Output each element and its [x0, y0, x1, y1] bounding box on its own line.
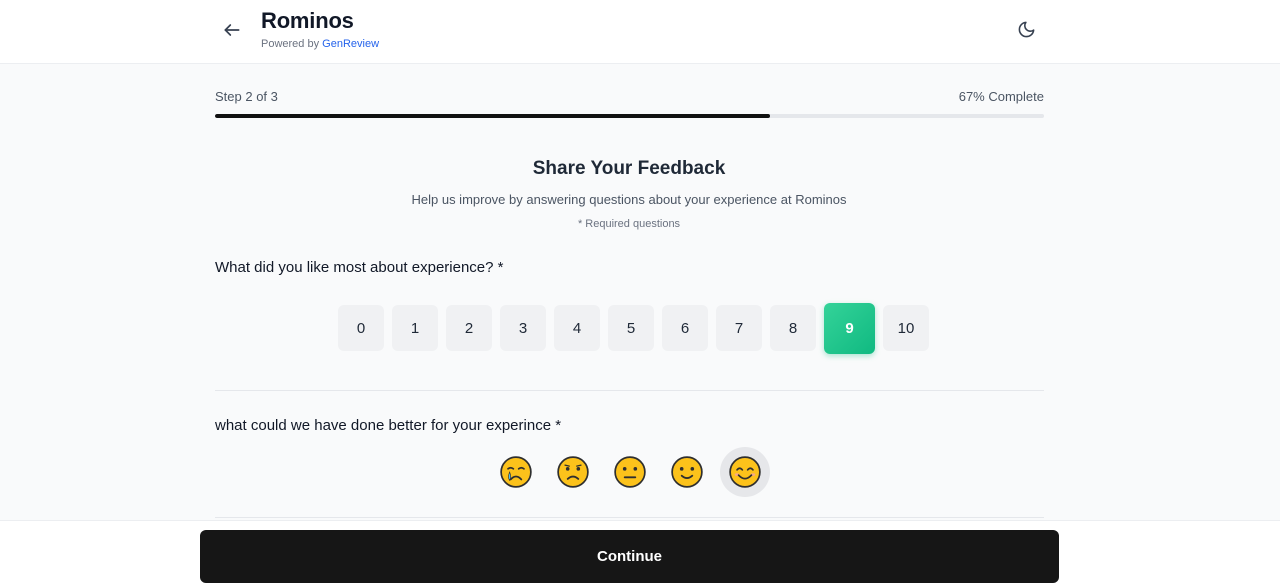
slightly-smiling-face-icon — [670, 455, 704, 489]
footer: Continue — [0, 520, 1280, 585]
rating-option-6[interactable]: 6 — [662, 305, 708, 351]
complete-label: 67% Complete — [958, 89, 1044, 104]
emoji-option-4[interactable] — [663, 449, 710, 496]
emoji-option-2[interactable] — [549, 449, 596, 496]
progress-bar-fill — [215, 114, 771, 118]
rating-option-0[interactable]: 0 — [338, 305, 384, 351]
question-1-label: What did you like most about experience?… — [215, 259, 504, 276]
crying-face-icon — [499, 455, 533, 489]
page-title: Rominos — [261, 8, 354, 33]
neutral-face-icon — [613, 455, 647, 489]
rating-option-9[interactable]: 9 — [824, 303, 875, 354]
rating-scale: 0 1 2 3 4 5 6 7 8 9 10 — [338, 303, 929, 354]
rating-option-5[interactable]: 5 — [608, 305, 654, 351]
progress-info: Step 2 of 3 67% Complete — [215, 89, 1044, 104]
frowning-face-icon — [556, 455, 590, 489]
rating-option-1[interactable]: 1 — [392, 305, 438, 351]
moon-icon — [1018, 21, 1034, 37]
form-subtitle: Help us improve by answering questions a… — [411, 192, 847, 207]
required-note: * Required questions — [577, 218, 681, 230]
continue-button[interactable]: Continue — [200, 530, 1059, 583]
emoji-option-5[interactable] — [720, 447, 770, 497]
rating-option-7[interactable]: 7 — [716, 305, 762, 351]
smiling-face-icon — [728, 455, 762, 489]
brand: Rominos Powered by GenReview — [261, 9, 379, 51]
rating-option-8[interactable]: 8 — [770, 305, 816, 351]
theme-toggle-button[interactable] — [1012, 15, 1040, 43]
arrow-left-icon — [224, 24, 240, 36]
emoji-option-1[interactable] — [492, 449, 539, 496]
emoji-rating — [492, 447, 770, 497]
rating-option-10[interactable]: 10 — [883, 305, 929, 351]
divider — [215, 517, 1044, 518]
rating-option-3[interactable]: 3 — [500, 305, 546, 351]
powered-by-label: Powered by — [261, 38, 323, 50]
question-2-label: what could we have done better for your … — [215, 417, 562, 434]
rating-option-4[interactable]: 4 — [554, 305, 600, 351]
step-label: Step 2 of 3 — [215, 89, 278, 104]
back-button[interactable] — [218, 16, 246, 44]
genreview-link[interactable]: GenReview — [322, 38, 379, 50]
app-header: Rominos Powered by GenReview — [0, 0, 1280, 64]
divider — [215, 390, 1044, 391]
progress-bar — [215, 114, 1044, 118]
powered-by: Powered by GenReview — [261, 38, 379, 51]
form-title: Share Your Feedback — [532, 158, 726, 179]
emoji-option-3[interactable] — [606, 449, 653, 496]
rating-option-2[interactable]: 2 — [446, 305, 492, 351]
